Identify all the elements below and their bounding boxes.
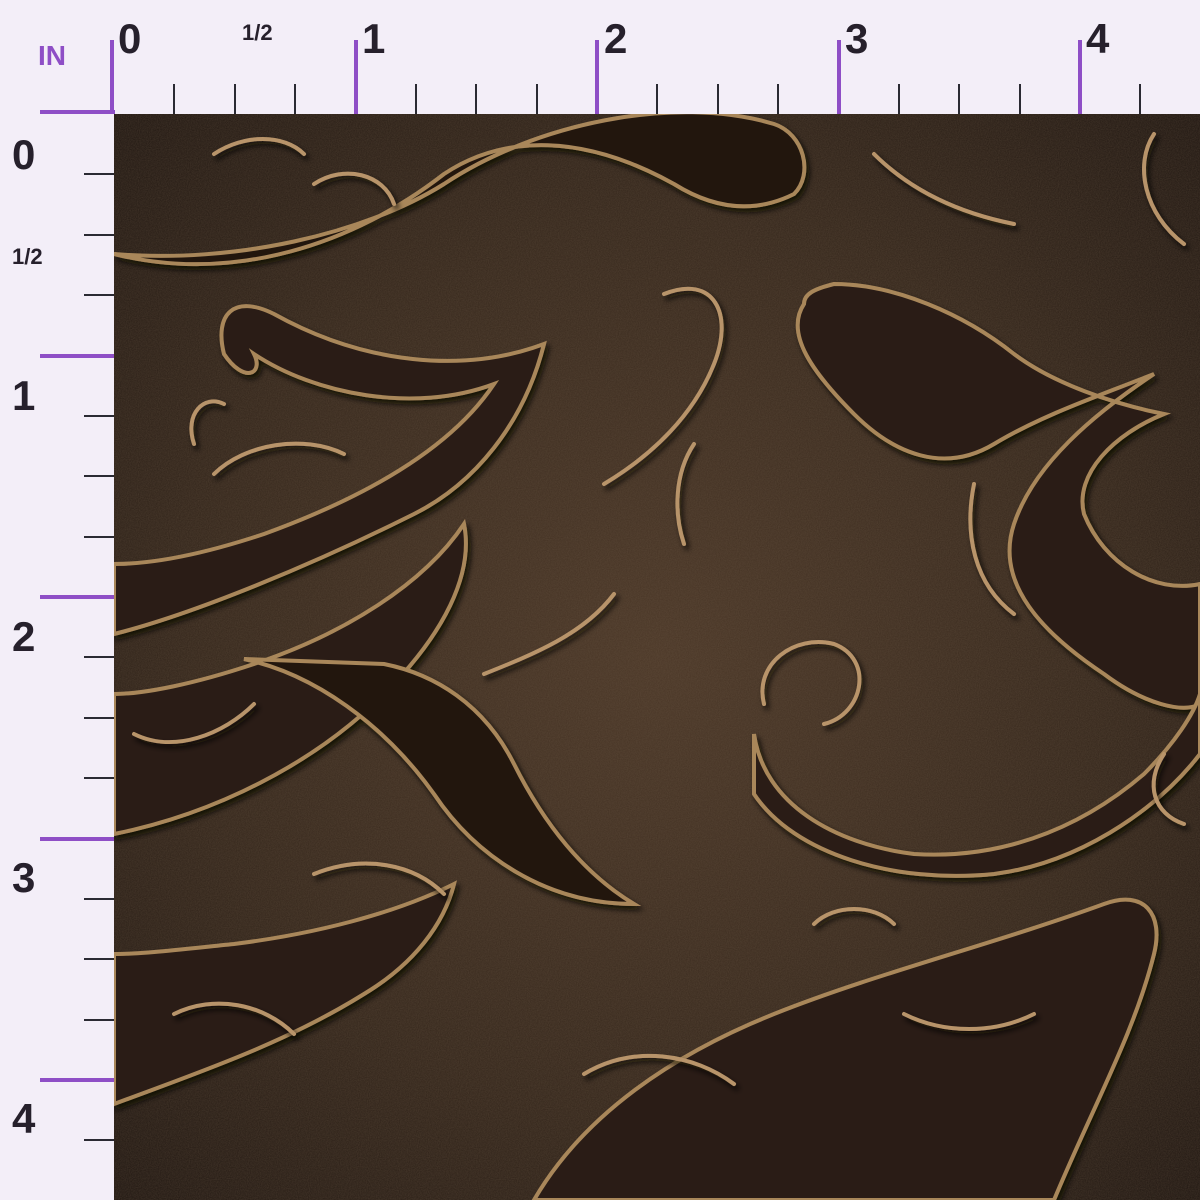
top-ruler-minor-tick — [475, 84, 477, 114]
top-ruler-minor-tick — [898, 84, 900, 114]
ruler-unit-label: IN — [38, 40, 66, 71]
ruler-corner-vertical — [110, 40, 114, 114]
left-ruler-minor-tick — [84, 475, 114, 477]
left-ruler-minor-tick — [84, 656, 114, 658]
left-ruler-label-half: 1/2 — [12, 244, 43, 269]
top-ruler-minor-tick — [1139, 84, 1141, 114]
top-ruler-label-0: 0 — [118, 15, 142, 62]
left-ruler-label-1: 1 — [12, 372, 36, 419]
top-ruler-minor-tick — [536, 84, 538, 114]
top-ruler-major-tick — [354, 40, 358, 114]
left-ruler-label-2: 2 — [12, 613, 36, 660]
leather-flourish-pattern — [114, 114, 1200, 1200]
top-ruler-minor-tick — [415, 84, 417, 114]
top-ruler-minor-tick — [294, 84, 296, 114]
left-ruler-minor-tick — [84, 717, 114, 719]
left-ruler-minor-tick — [84, 173, 114, 175]
left-ruler-minor-tick — [84, 777, 114, 779]
top-ruler-minor-tick — [656, 84, 658, 114]
left-ruler-minor-tick — [84, 1019, 114, 1021]
top-ruler-minor-tick — [173, 84, 175, 114]
left-ruler-minor-tick — [84, 1139, 114, 1141]
top-ruler-minor-tick — [1019, 84, 1021, 114]
left-ruler-major-tick — [40, 354, 114, 358]
left-ruler-label-0: 0 — [12, 131, 36, 178]
top-ruler-label-2: 2 — [604, 15, 628, 62]
left-ruler-minor-tick — [84, 294, 114, 296]
ruler-corner-horizontal — [40, 110, 115, 114]
left-ruler-major-tick — [40, 595, 114, 599]
left-ruler-minor-tick — [84, 536, 114, 538]
top-ruler-label-1: 1 — [362, 15, 386, 62]
top-ruler-major-tick — [595, 40, 599, 114]
left-ruler-major-tick — [40, 837, 114, 841]
top-ruler-label-3: 3 — [845, 15, 869, 62]
left-ruler-minor-tick — [84, 415, 114, 417]
top-ruler-major-tick — [837, 40, 841, 114]
top-ruler-minor-tick — [717, 84, 719, 114]
top-ruler-minor-tick — [958, 84, 960, 114]
top-ruler-major-tick — [1078, 40, 1082, 114]
top-ruler-label-4: 4 — [1086, 15, 1110, 62]
top-ruler-minor-tick — [777, 84, 779, 114]
left-ruler-minor-tick — [84, 898, 114, 900]
fabric-swatch-image — [114, 114, 1200, 1200]
left-ruler-label-4: 4 — [12, 1095, 36, 1142]
top-ruler-label-half: 1/2 — [242, 20, 273, 45]
left-ruler-label-3: 3 — [12, 854, 36, 901]
left-ruler-minor-tick — [84, 234, 114, 236]
left-ruler-major-tick — [40, 1078, 114, 1082]
top-ruler-minor-tick — [234, 84, 236, 114]
left-ruler-minor-tick — [84, 958, 114, 960]
